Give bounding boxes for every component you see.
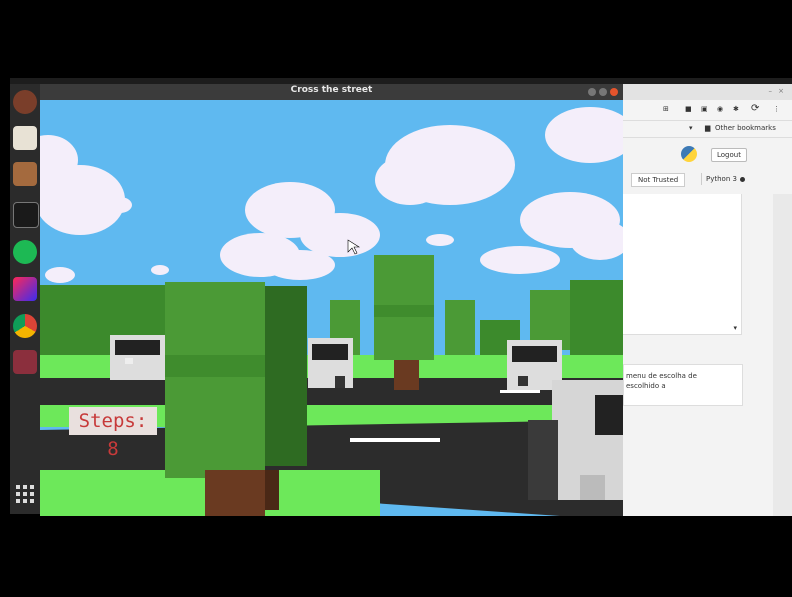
car-left [110, 335, 165, 380]
terminal-icon[interactable] [13, 202, 39, 228]
game-window[interactable]: Cross the street Steps: 8 [40, 84, 623, 516]
maximize-button[interactable] [599, 88, 607, 96]
steps-counter: Steps: 8 [69, 407, 157, 460]
text-cell[interactable]: menu de escolha de escolhido a [623, 364, 743, 406]
cell-scroll-icon[interactable]: ▾ [733, 324, 737, 332]
chrome-icon[interactable] [13, 314, 37, 338]
not-trusted-button[interactable]: Not Trusted [631, 173, 686, 187]
extension-icon-3[interactable]: ▣ [701, 105, 708, 113]
extension-icon[interactable]: ⊞ [663, 105, 669, 113]
text-editor-icon[interactable] [13, 126, 37, 150]
extension-icon-4[interactable]: ◉ [717, 105, 723, 113]
chevron-down-icon[interactable]: ▾ [689, 124, 693, 132]
bookmarks-label[interactable]: Other bookmarks [715, 124, 776, 132]
intellij-icon[interactable] [13, 277, 37, 301]
kernel-indicator: Python 3 [701, 173, 741, 185]
bookmarks-bar: ▾ ▆ Other bookmarks [623, 121, 792, 138]
text-line-1: menu de escolha de [626, 372, 697, 380]
text-line-2: escolhido a [626, 382, 666, 390]
minimize-button[interactable] [588, 88, 596, 96]
files-icon[interactable] [13, 162, 37, 186]
notebook-cell[interactable]: ▾ [623, 194, 742, 335]
kernel-status-icon [740, 177, 745, 182]
extension-icon-5[interactable]: ✱ [733, 105, 739, 113]
close-icon[interactable]: × [778, 87, 784, 95]
launcher-dock [10, 84, 40, 514]
road-marking-far [500, 390, 540, 393]
minimize-icon[interactable]: – [769, 87, 773, 95]
browser-toolbar: ⊞ ■ ▣ ◉ ✱ ⟳ ⋮ [623, 100, 792, 121]
game-titlebar: Cross the street [40, 84, 623, 100]
road-marking [350, 438, 440, 442]
folder-icon: ▆ [705, 124, 711, 132]
car-middle [308, 338, 353, 388]
python-logo-icon [681, 146, 697, 162]
firefox-icon[interactable] [13, 90, 37, 114]
spotify-icon[interactable] [13, 240, 37, 264]
browser-titlebar: – × [623, 84, 792, 100]
scrollbar[interactable] [773, 194, 792, 516]
game-title: Cross the street [290, 85, 373, 95]
game-scene [40, 100, 623, 516]
logout-button[interactable]: Logout [711, 148, 747, 162]
menu-icon[interactable]: ⋮ [773, 105, 780, 113]
window-icon[interactable] [13, 350, 37, 374]
letterbox-bottom [10, 516, 792, 597]
close-button[interactable] [610, 88, 618, 96]
browser-window[interactable]: – × ⊞ ■ ▣ ◉ ✱ ⟳ ⋮ ▾ ▆ Other bookmarks Lo… [623, 84, 792, 516]
extension-icon-2[interactable]: ■ [685, 105, 692, 113]
apps-grid-icon[interactable] [13, 482, 37, 506]
sync-icon[interactable]: ⟳ [751, 103, 759, 114]
